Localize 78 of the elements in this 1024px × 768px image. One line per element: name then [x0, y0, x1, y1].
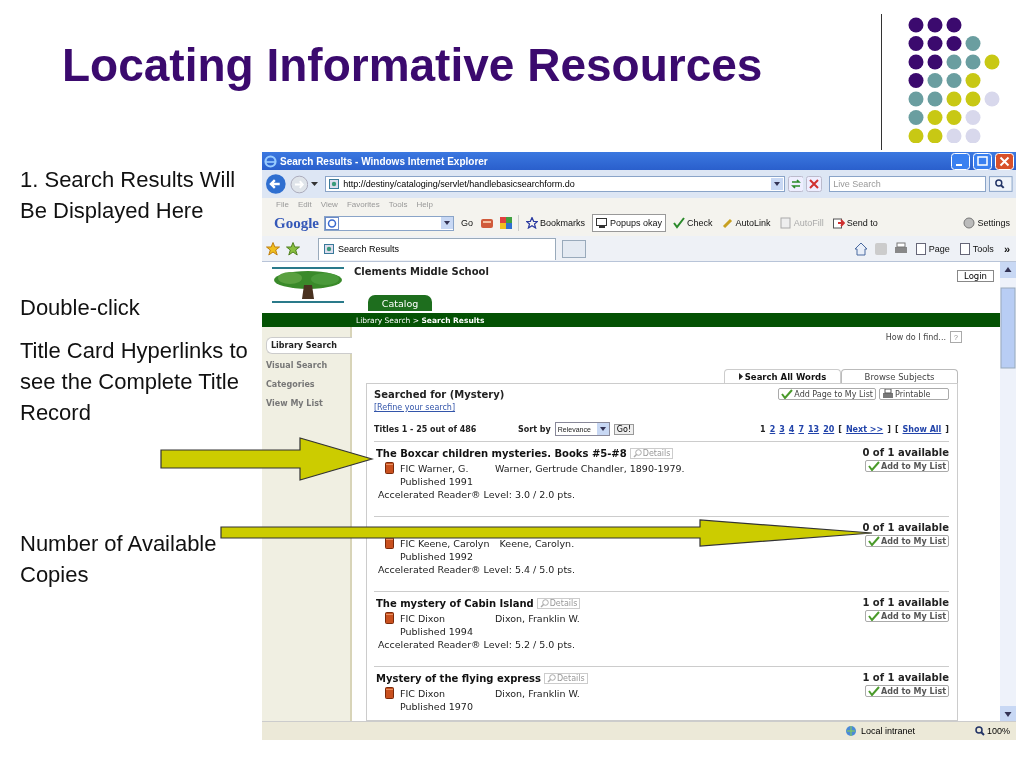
school-name: Clements Middle School — [354, 266, 489, 277]
author-name: Dixon, Franklin W. — [495, 687, 580, 699]
bracket: [ — [894, 424, 899, 434]
author-name: Keene, Carolyn. — [499, 537, 575, 549]
publication-date: Published 1991 — [399, 476, 474, 487]
availability-count: 0 of 1 available — [862, 447, 949, 458]
publication-date: Published 1992 — [399, 551, 474, 562]
reading-level: Accelerated Reader® Level: 5.4 / 5.0 pts. — [377, 564, 577, 575]
bracket: ] — [945, 424, 949, 434]
add-to-list-button[interactable]: Add to My List — [865, 535, 949, 547]
sidebar-item[interactable]: Library Search — [266, 337, 352, 354]
publication-date: Published 1970 — [399, 701, 474, 712]
catalog-tab[interactable]: Catalog — [368, 295, 432, 311]
help-text: How do I find... — [885, 332, 946, 342]
sidebar-item[interactable]: Visual Search — [262, 358, 344, 373]
sort-label: Sort by — [518, 424, 551, 434]
go-button[interactable]: Go! — [613, 423, 635, 435]
page-link[interactable]: 2 — [769, 424, 776, 434]
publication-date: Published 1994 — [399, 626, 474, 637]
page-link[interactable]: Show All — [902, 424, 942, 434]
current-page: 1 — [760, 424, 766, 434]
bracket: ] — [887, 424, 891, 434]
window-title: Search Results - Windows Internet Explorer — [280, 155, 488, 167]
reading-level: Accelerated Reader® Level: 3.0 / 2.0 pts. — [377, 489, 577, 500]
author-name: Warner, Gertrude Chandler, 1890-1979. — [495, 462, 685, 474]
add-to-list-button[interactable]: Add to My List — [865, 685, 949, 697]
sidebar-item[interactable]: View My List — [262, 396, 344, 411]
toolbar-logo: Google — [274, 214, 319, 232]
toolbar-button[interactable]: AutoLink — [719, 216, 773, 230]
toolbar-button[interactable]: Bookmarks — [524, 216, 588, 230]
add-page-button[interactable]: Add Page to My List — [778, 388, 876, 400]
call-number: FIC Dixon — [400, 687, 447, 699]
slide-note: Number of Available Copies — [20, 530, 218, 589]
add-to-list-button[interactable]: Add to My List — [865, 610, 949, 622]
toolbar-button[interactable]: Send to — [830, 216, 880, 230]
page-link[interactable]: Next >> — [845, 424, 884, 434]
title-link[interactable]: The mystery of Cabin Island — [376, 598, 534, 609]
more-button[interactable]: » — [1001, 241, 1012, 256]
bracket: [ — [838, 424, 842, 434]
zoom-button[interactable]: 100% — [974, 726, 1010, 736]
address-field[interactable]: http://destiny/cataloging/servlet/handlebasicsearchform.do — [325, 176, 785, 192]
slide-note: Title Card Hyperlinks to see the Complete Title Record — [20, 337, 249, 427]
page-link[interactable]: 4 — [788, 424, 795, 434]
reading-level: Accelerated Reader® Level: 5.2 / 5.0 pts. — [377, 639, 577, 650]
slide-title: Locating Informative Resources — [62, 38, 763, 92]
search-field[interactable]: Live Search — [829, 176, 987, 192]
toolbar-button[interactable]: Popups okay — [592, 214, 667, 232]
add-to-list-button[interactable]: Add to My List — [865, 460, 949, 472]
page-link[interactable]: 3 — [779, 424, 785, 434]
search-tab[interactable]: Search All Words — [724, 369, 841, 383]
refine-search-link[interactable]: [Refine your search] — [374, 403, 949, 412]
slide-note: Double-click — [20, 294, 141, 322]
slide-note: 1. Search Results Will Be Displayed Here — [20, 166, 237, 225]
sidebar-item[interactable]: Categories — [262, 377, 344, 392]
browser-tab[interactable]: Search Results — [318, 237, 556, 260]
printable-button[interactable]: Printable — [879, 388, 949, 400]
settings-button[interactable]: Settings — [961, 216, 1012, 230]
toolbar-button[interactable]: Check — [671, 216, 715, 230]
availability-count: 0 of 1 available — [862, 522, 949, 533]
security-zone: Local intranet — [860, 726, 916, 736]
call-number: FIC Keene, Carolyn — [400, 537, 490, 549]
availability-count: 1 of 1 available — [862, 597, 949, 608]
title-link[interactable]: Mystery of the flying express — [376, 673, 541, 684]
search-tab[interactable]: Browse Subjects — [841, 369, 958, 383]
author-name: Dixon, Franklin W. — [495, 612, 580, 624]
availability-count: 1 of 1 available — [862, 672, 949, 683]
command-button[interactable]: Tools — [957, 241, 996, 256]
go-button[interactable]: Go — [459, 217, 475, 229]
command-button[interactable]: Page — [913, 241, 952, 256]
call-number: FIC Warner, G. — [400, 462, 470, 474]
page-link[interactable]: 13 — [808, 424, 820, 434]
call-number: FIC Dixon — [400, 612, 447, 624]
title-link[interactable]: The Boxcar children mysteries. Books #5-#8 — [376, 448, 627, 459]
page-link[interactable]: 20 — [823, 424, 835, 434]
search-heading: Searched for (Mystery) — [374, 388, 505, 400]
page-link[interactable]: 7 — [798, 424, 804, 434]
result-count: Titles 1 - 25 out of 486 — [374, 424, 478, 434]
login-button[interactable]: Login — [957, 270, 994, 282]
